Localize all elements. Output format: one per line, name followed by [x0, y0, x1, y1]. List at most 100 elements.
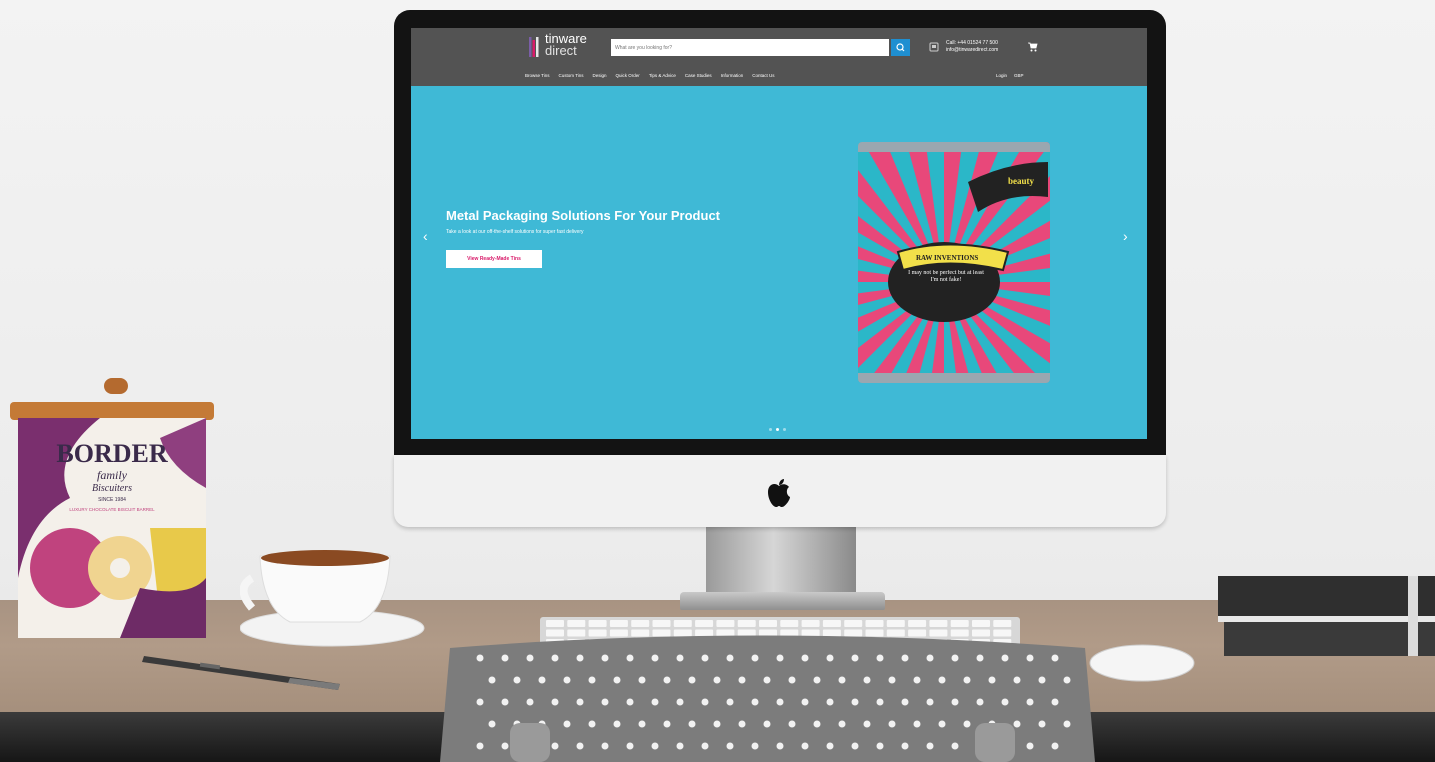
chair-hole	[751, 698, 759, 706]
chair-hole	[838, 676, 846, 684]
nav-case-studies[interactable]: Case Studies	[685, 73, 712, 81]
chair-hole	[738, 720, 746, 728]
chair-hole	[976, 698, 984, 706]
chair-hole	[776, 654, 784, 662]
email-address[interactable]: info@tinwaredirect.com	[946, 47, 998, 54]
nav-tips-advice[interactable]: Tips & Advice	[649, 73, 676, 81]
notebooks	[1218, 576, 1435, 656]
search-button[interactable]	[891, 39, 910, 56]
search-input[interactable]	[611, 39, 889, 56]
chair-hole	[676, 654, 684, 662]
site-logo[interactable]: tinware direct	[545, 32, 587, 57]
chair-hole	[688, 676, 696, 684]
nav-browse-tins[interactable]: Browse Tins	[525, 73, 550, 81]
chair-hole	[901, 742, 909, 750]
chair-hole	[688, 720, 696, 728]
phone-number[interactable]: Call: +44 01524 77 500	[946, 40, 998, 47]
chair-hole	[776, 698, 784, 706]
chair-hole	[526, 698, 534, 706]
chair-hole	[613, 720, 621, 728]
keyboard-key	[737, 620, 756, 627]
chair-hole	[963, 720, 971, 728]
keyboard-key	[609, 620, 628, 627]
tin-quote: I may not be perfect but at least I'm no…	[908, 270, 984, 283]
keyboard-key	[908, 620, 927, 627]
logo-mark-icon	[529, 37, 539, 57]
chair-hole	[726, 698, 734, 706]
chair-hole	[888, 676, 896, 684]
cart-icon[interactable]	[1028, 42, 1038, 52]
chair-hole	[1063, 676, 1071, 684]
chair-hole	[863, 676, 871, 684]
border-sub1: family	[97, 468, 128, 482]
keyboard-key	[929, 620, 948, 627]
keyboard-key	[567, 620, 586, 627]
carousel-dot-active[interactable]	[776, 428, 779, 431]
chair-hole	[1013, 676, 1021, 684]
account-nav: Login GBP	[996, 73, 1024, 78]
keyboard-key	[588, 620, 607, 627]
carousel-dots	[769, 428, 786, 431]
keyboard-key	[801, 620, 820, 627]
chair-hole	[1026, 698, 1034, 706]
chair-hole	[938, 676, 946, 684]
chair-hole	[901, 654, 909, 662]
browser-screen: tinware direct Call: +44 01524 77 500 in…	[411, 28, 1147, 439]
login-link[interactable]: Login	[996, 73, 1007, 78]
chair-hole	[1063, 720, 1071, 728]
chair-hole	[1051, 698, 1059, 706]
chair-hole	[713, 676, 721, 684]
chair-hole	[951, 654, 959, 662]
nav-contact-us[interactable]: Contact Us	[752, 73, 774, 81]
currency-select[interactable]: GBP	[1014, 73, 1024, 78]
chair-hole	[601, 742, 609, 750]
phone-icon	[929, 42, 939, 52]
chair-hole	[551, 742, 559, 750]
chair-hole	[526, 654, 534, 662]
nav-design[interactable]: Design	[593, 73, 607, 81]
chair-hole	[551, 698, 559, 706]
nav-quick-order[interactable]: Quick Order	[616, 73, 640, 81]
hero-title: Metal Packaging Solutions For Your Produ…	[446, 208, 720, 223]
nav-custom-tins[interactable]: Custom Tins	[559, 73, 584, 81]
chair-hole	[576, 698, 584, 706]
chair-hole	[501, 742, 509, 750]
keyboard-key	[695, 620, 714, 627]
chair-hole	[638, 720, 646, 728]
featured-tin-image: beauty RAW INVENTIONS I may not be perfe…	[858, 142, 1050, 383]
keyboard-key	[759, 620, 777, 627]
chair-hole	[563, 720, 571, 728]
keyboard-key	[652, 620, 671, 627]
chair-hole	[713, 720, 721, 728]
chair-hole	[813, 720, 821, 728]
chair-hole	[651, 742, 659, 750]
carousel-prev-icon[interactable]: ‹	[423, 228, 428, 244]
chair-hole	[1001, 698, 1009, 706]
chair-hole	[888, 720, 896, 728]
mouse	[1089, 644, 1195, 682]
view-ready-made-tins-button[interactable]: View Ready-Made Tins	[446, 250, 542, 268]
chair-hole	[626, 654, 634, 662]
chair-hole	[938, 720, 946, 728]
chair-hole	[1013, 720, 1021, 728]
chair-hole	[963, 676, 971, 684]
nav-information[interactable]: Information	[721, 73, 744, 81]
chair-hole	[501, 698, 509, 706]
keyboard-key	[780, 620, 799, 627]
chair-hole	[801, 654, 809, 662]
border-since: SINCE 1984	[98, 497, 126, 503]
carousel-next-icon[interactable]: ›	[1123, 228, 1128, 244]
chair-hole	[488, 676, 496, 684]
carousel-dot[interactable]	[783, 428, 786, 431]
chair-hole	[701, 698, 709, 706]
chair-hole	[763, 720, 771, 728]
chair-hole	[563, 676, 571, 684]
chair-hole	[863, 720, 871, 728]
chair-hole	[738, 676, 746, 684]
keyboard-key	[972, 620, 990, 627]
chair-hole	[663, 720, 671, 728]
chair-hole	[763, 676, 771, 684]
border-desc: LUXURY CHOCOLATE BISCUIT BARREL	[69, 507, 155, 512]
carousel-dot[interactable]	[769, 428, 772, 431]
chair-hole	[501, 654, 509, 662]
